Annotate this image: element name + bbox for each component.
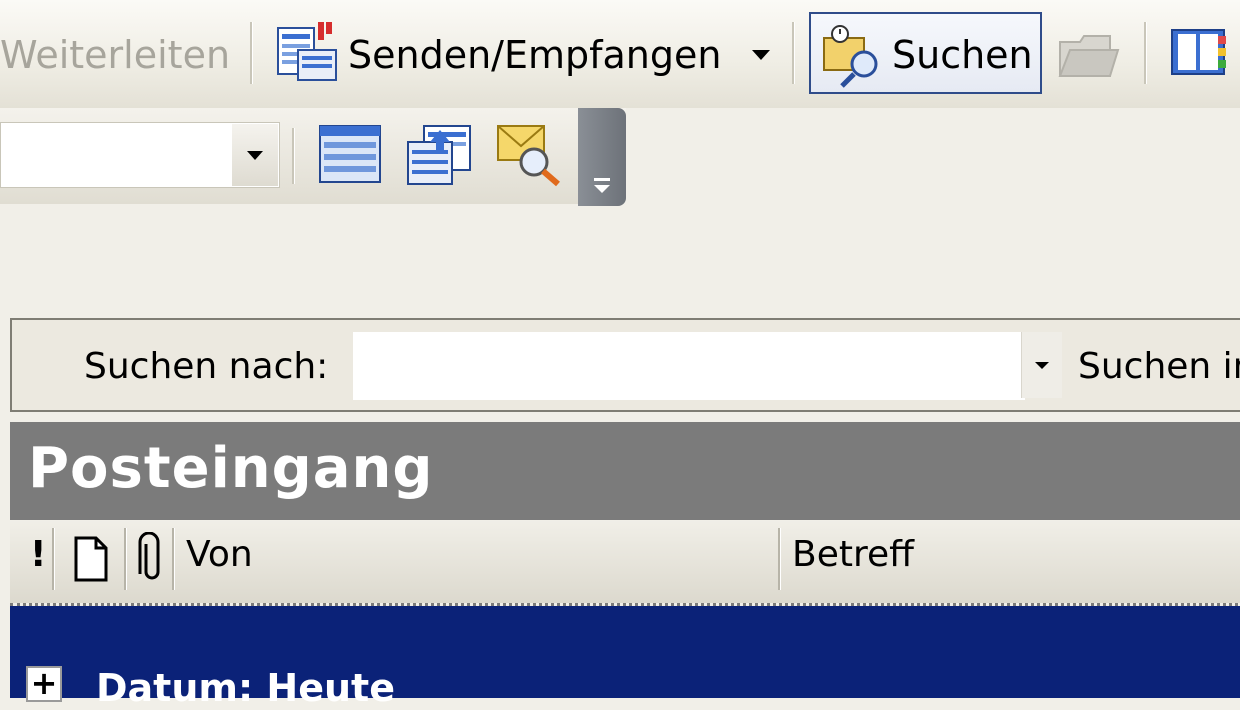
find-message-icon[interactable]	[494, 118, 564, 188]
column-attachment-paperclip-icon[interactable]	[136, 531, 166, 586]
chevron-down-icon[interactable]	[232, 124, 278, 186]
send-receive-button[interactable]: Senden/Empfangen	[348, 36, 721, 74]
expand-icon[interactable]: +	[26, 666, 62, 702]
column-importance[interactable]: !	[30, 534, 46, 575]
chevron-down-icon[interactable]	[746, 42, 776, 68]
send-receive-icon[interactable]	[274, 20, 340, 86]
find-label: Suchen nach:	[84, 346, 329, 387]
search-icon[interactable]	[820, 22, 886, 88]
search-button-label[interactable]: Suchen	[892, 36, 1033, 74]
view-list-icon[interactable]	[316, 122, 384, 186]
column-divider[interactable]	[172, 528, 175, 590]
toolbar-separator	[250, 22, 253, 84]
organize-icon[interactable]	[404, 122, 474, 188]
address-book-icon[interactable]	[1166, 22, 1232, 82]
search-in-label[interactable]: Suchen in	[1078, 346, 1240, 387]
toolbar-options-icon[interactable]	[578, 108, 626, 206]
group-label: Datum: Heute	[96, 666, 395, 710]
forward-button[interactable]: Weiterleiten	[0, 36, 230, 74]
open-folder-icon[interactable]	[1054, 20, 1120, 86]
column-divider[interactable]	[52, 528, 55, 590]
search-input[interactable]	[353, 332, 1025, 400]
column-divider[interactable]	[778, 528, 781, 590]
column-from[interactable]: Von	[186, 534, 253, 575]
column-icon-document-icon[interactable]	[72, 534, 110, 584]
toolbar-separator	[292, 128, 295, 184]
chevron-down-icon[interactable]	[1021, 332, 1062, 398]
column-divider[interactable]	[124, 528, 127, 590]
column-subject[interactable]: Betreff	[792, 534, 914, 575]
page-title: Posteingang	[28, 436, 434, 501]
toolbar-separator	[792, 22, 795, 84]
toolbar-separator	[1144, 22, 1147, 84]
